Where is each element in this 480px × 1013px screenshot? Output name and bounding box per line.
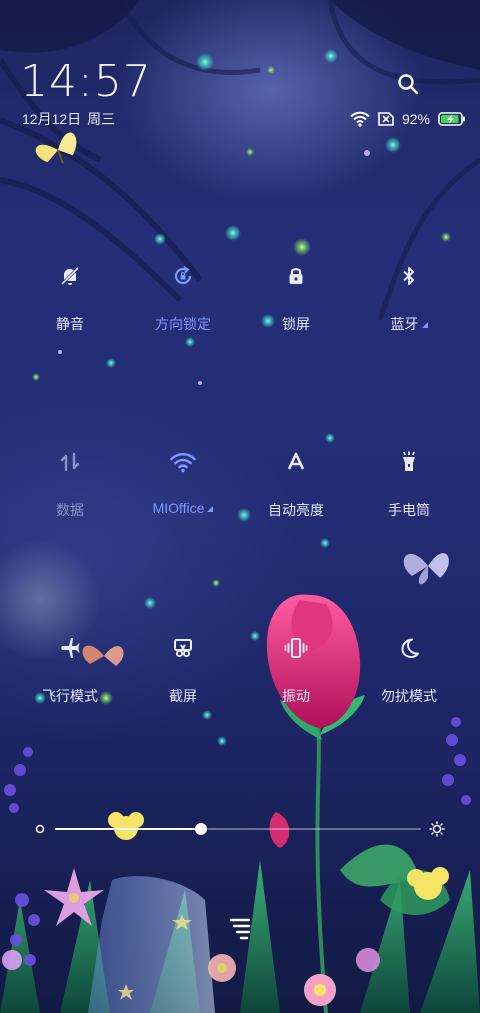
bell-off-icon [56,262,84,290]
toggle-dnd[interactable]: 勿扰模式 [354,634,464,724]
expand-corner-icon [421,322,428,328]
toggle-vibrate[interactable]: 振动 [241,634,351,724]
brightness-slider[interactable] [55,828,421,830]
toggle-mobile-data[interactable]: 数据 [15,448,125,538]
toggle-label: 截屏 [169,688,197,704]
brightness-high-icon [429,821,445,837]
auto-brightness-icon [282,448,310,476]
toggle-label: 飞行模式 [42,688,98,704]
weekday: 周三 [87,111,116,127]
brightness-low-icon [35,824,45,834]
scissors-icon [169,634,197,662]
toggle-label: 锁屏 [282,316,310,332]
toggle-label-wrap: 蓝牙 [391,314,428,334]
clock: 14:57 [20,56,152,107]
toggle-wifi[interactable]: MIOffice [128,448,238,538]
collapse-handle[interactable] [227,915,253,941]
status-bar: 92% [350,110,466,128]
toggle-airplane[interactable]: 飞行模式 [15,634,125,724]
toggle-rotation-lock[interactable]: 方向锁定 [128,262,238,352]
battery-charging-icon [438,112,465,126]
data-arrows-icon [56,448,84,476]
flashlight-icon [395,448,423,476]
bluetooth-icon [395,262,423,290]
toggle-auto-brightness[interactable]: 自动亮度 [241,448,351,538]
search-button[interactable] [396,72,420,96]
toggle-label: 数据 [56,502,84,518]
lines-handle-icon [229,918,251,940]
control-center: 14:57 12月12日 周三 92% 静音 方向锁定 锁屏 蓝牙 数据 MIO… [0,0,480,1013]
expand-corner-icon [207,506,214,512]
battery-percent: 92% [401,111,430,127]
lock-icon [282,262,310,290]
vibrate-icon [282,634,310,662]
toggle-flashlight[interactable]: 手电筒 [354,448,464,538]
toggle-label: 蓝牙 [390,316,419,332]
moon-icon [395,634,423,662]
toggle-label: 勿扰模式 [381,688,437,704]
toggle-lock-screen[interactable]: 锁屏 [241,262,351,352]
search-icon [398,74,419,95]
toggle-bluetooth[interactable]: 蓝牙 [354,262,464,352]
toggle-label: 方向锁定 [155,316,211,332]
toggle-label: 自动亮度 [268,502,324,518]
no-sim-icon [378,112,394,126]
toggle-silent[interactable]: 静音 [15,262,125,352]
wifi-icon [169,448,197,476]
toggle-screenshot[interactable]: 截屏 [128,634,238,724]
airplane-icon [56,634,84,662]
rotation-lock-icon [169,262,197,290]
toggle-label: 手电筒 [388,502,430,518]
toggle-label: MIOffice [152,500,205,516]
brightness-fill [55,828,202,830]
toggle-label: 静音 [56,316,84,332]
wifi-signal-icon [350,111,370,127]
toggle-label-wrap: MIOffice [153,500,214,516]
date-line: 12月12日 周三 [22,109,121,129]
toggle-label: 振动 [282,688,310,704]
date: 12月12日 [22,111,82,127]
